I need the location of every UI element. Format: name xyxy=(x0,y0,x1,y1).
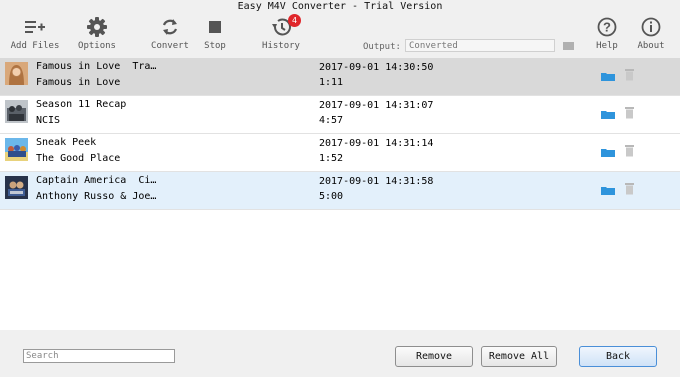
open-folder-icon[interactable] xyxy=(601,186,615,195)
info-icon xyxy=(634,14,668,40)
search-input[interactable]: Search xyxy=(23,349,175,363)
item-date: 2017-09-01 14:31:58 xyxy=(319,176,434,187)
refresh-icon xyxy=(148,14,192,40)
options-button[interactable]: Options xyxy=(75,14,119,58)
video-thumbnail xyxy=(5,176,28,199)
delete-icon[interactable] xyxy=(625,182,634,195)
gear-icon xyxy=(75,14,119,40)
item-duration: 5:00 xyxy=(319,191,344,202)
open-folder-icon[interactable] xyxy=(601,148,615,157)
item-duration: 1:11 xyxy=(319,77,344,88)
item-subtitle: Famous in Love xyxy=(36,77,121,88)
item-date: 2017-09-01 14:31:14 xyxy=(319,138,434,149)
stop-label: Stop xyxy=(204,41,226,51)
about-label: About xyxy=(637,41,665,51)
window-title: Easy M4V Converter - Trial Version xyxy=(237,1,443,12)
list-item[interactable]: Famous in Love Tra… Famous in Love 2017-… xyxy=(0,58,680,96)
remove-all-button[interactable]: Remove All xyxy=(481,346,557,367)
item-subtitle: Anthony Russo & Joe… xyxy=(36,191,157,202)
item-duration: 4:57 xyxy=(319,115,344,126)
add-files-label: Add Files xyxy=(10,41,60,51)
svg-text:?: ? xyxy=(603,20,611,35)
browse-folder-icon[interactable] xyxy=(563,42,574,50)
open-folder-icon[interactable] xyxy=(601,72,615,81)
item-date: 2017-09-01 14:31:07 xyxy=(319,100,434,111)
item-title: Season 11 Recap xyxy=(36,99,127,110)
stop-icon xyxy=(200,14,230,40)
list-item[interactable]: Captain America Ci… Anthony Russo & Joe…… xyxy=(0,172,680,210)
item-title: Sneak Peek xyxy=(36,137,97,148)
add-files-icon xyxy=(10,14,60,40)
convert-label: Convert xyxy=(151,41,189,51)
video-thumbnail xyxy=(5,100,28,123)
open-folder-icon[interactable] xyxy=(601,110,615,119)
history-count-badge: 4 xyxy=(288,14,301,27)
output-label: Output: xyxy=(363,42,401,52)
list-item[interactable]: Sneak Peek The Good Place 2017-09-01 14:… xyxy=(0,134,680,172)
list-item[interactable]: Season 11 Recap NCIS 2017-09-01 14:31:07… xyxy=(0,96,680,134)
delete-icon[interactable] xyxy=(625,106,634,119)
back-button[interactable]: Back xyxy=(579,346,657,367)
output-path-field[interactable]: Converted xyxy=(405,39,555,52)
item-title: Famous in Love Tra… xyxy=(36,61,157,72)
convert-button[interactable]: Convert xyxy=(148,14,192,58)
toolbar: Add Files Options Convert Stop 4 History… xyxy=(0,14,680,58)
help-label: Help xyxy=(596,41,618,51)
video-thumbnail xyxy=(5,138,28,161)
video-thumbnail xyxy=(5,62,28,85)
history-label: History xyxy=(262,41,300,51)
remove-button[interactable]: Remove xyxy=(395,346,473,367)
item-date: 2017-09-01 14:30:50 xyxy=(319,62,434,73)
help-button[interactable]: ? Help xyxy=(592,14,622,58)
help-icon: ? xyxy=(592,14,622,40)
about-button[interactable]: About xyxy=(634,14,668,58)
history-button[interactable]: 4 History xyxy=(258,14,304,58)
delete-icon[interactable] xyxy=(625,68,634,81)
item-duration: 1:52 xyxy=(319,153,344,164)
conversion-history-list: Famous in Love Tra… Famous in Love 2017-… xyxy=(0,58,680,330)
stop-button[interactable]: Stop xyxy=(200,14,230,58)
item-title: Captain America Ci… xyxy=(36,175,157,186)
item-subtitle: The Good Place xyxy=(36,153,121,164)
item-subtitle: NCIS xyxy=(36,115,61,126)
add-files-button[interactable]: Add Files xyxy=(10,14,60,58)
options-label: Options xyxy=(78,41,116,51)
delete-icon[interactable] xyxy=(625,144,634,157)
